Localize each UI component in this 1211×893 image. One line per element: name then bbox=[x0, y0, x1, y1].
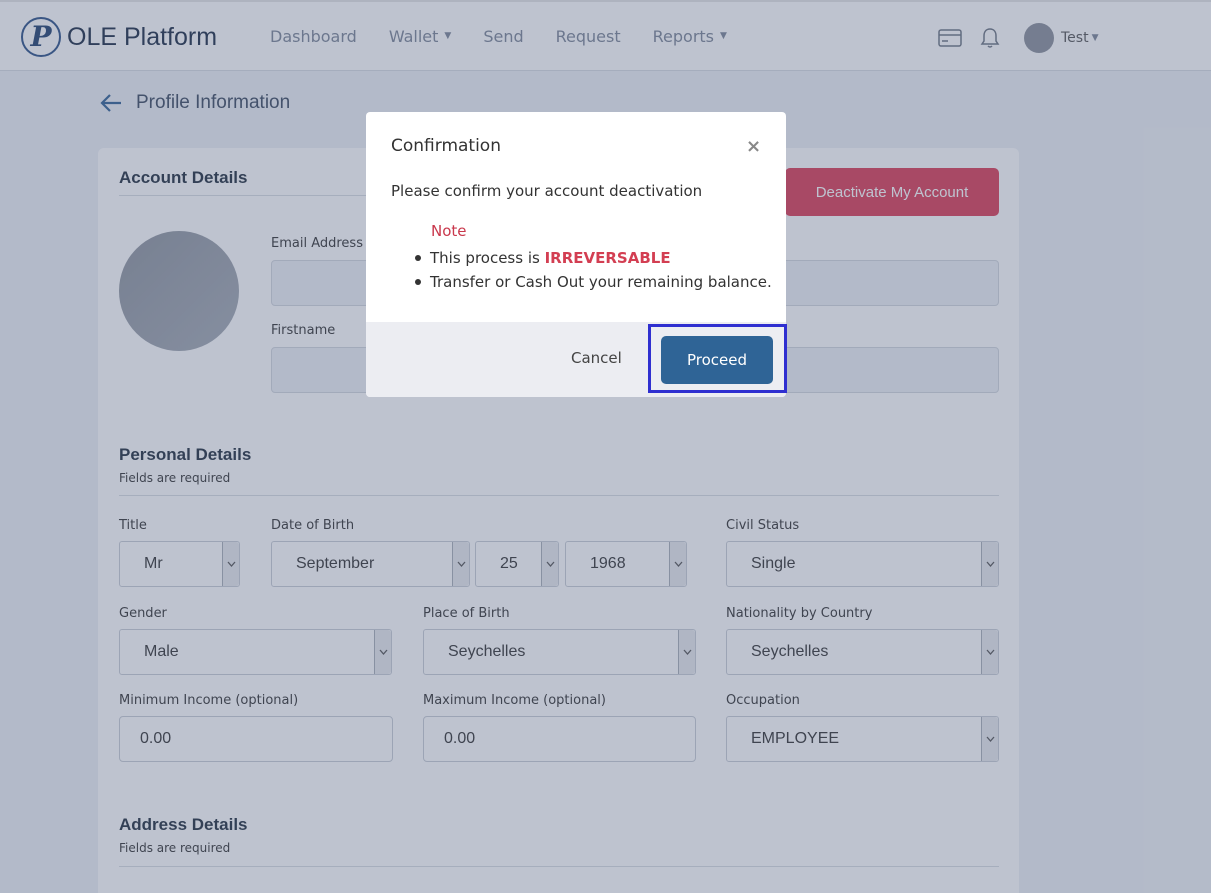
note-label: Note bbox=[431, 222, 467, 240]
note-item-text: This process is bbox=[430, 249, 545, 267]
note-item: Transfer or Cash Out your remaining bala… bbox=[415, 270, 772, 294]
bullet-icon bbox=[415, 255, 421, 261]
proceed-highlight: Proceed bbox=[648, 324, 787, 393]
modal-title: Confirmation bbox=[391, 136, 501, 156]
proceed-button[interactable]: Proceed bbox=[661, 336, 773, 384]
bullet-icon bbox=[415, 279, 421, 285]
note-item: This process is IRREVERSABLE bbox=[415, 246, 772, 270]
close-icon[interactable]: × bbox=[746, 136, 761, 157]
confirmation-modal: Confirmation × Please confirm your accou… bbox=[366, 112, 787, 397]
note-item-emphasis: IRREVERSABLE bbox=[544, 249, 671, 267]
modal-footer: Cancel Proceed bbox=[366, 322, 787, 397]
modal-message: Please confirm your account deactivation bbox=[391, 182, 703, 200]
note-item-text: Transfer or Cash Out your remaining bala… bbox=[430, 273, 772, 291]
page: P OLE Platform Dashboard Wallet ▼ Send Re… bbox=[0, 0, 1211, 893]
cancel-button[interactable]: Cancel bbox=[571, 349, 622, 367]
note-list: This process is IRREVERSABLE Transfer or… bbox=[415, 246, 772, 294]
